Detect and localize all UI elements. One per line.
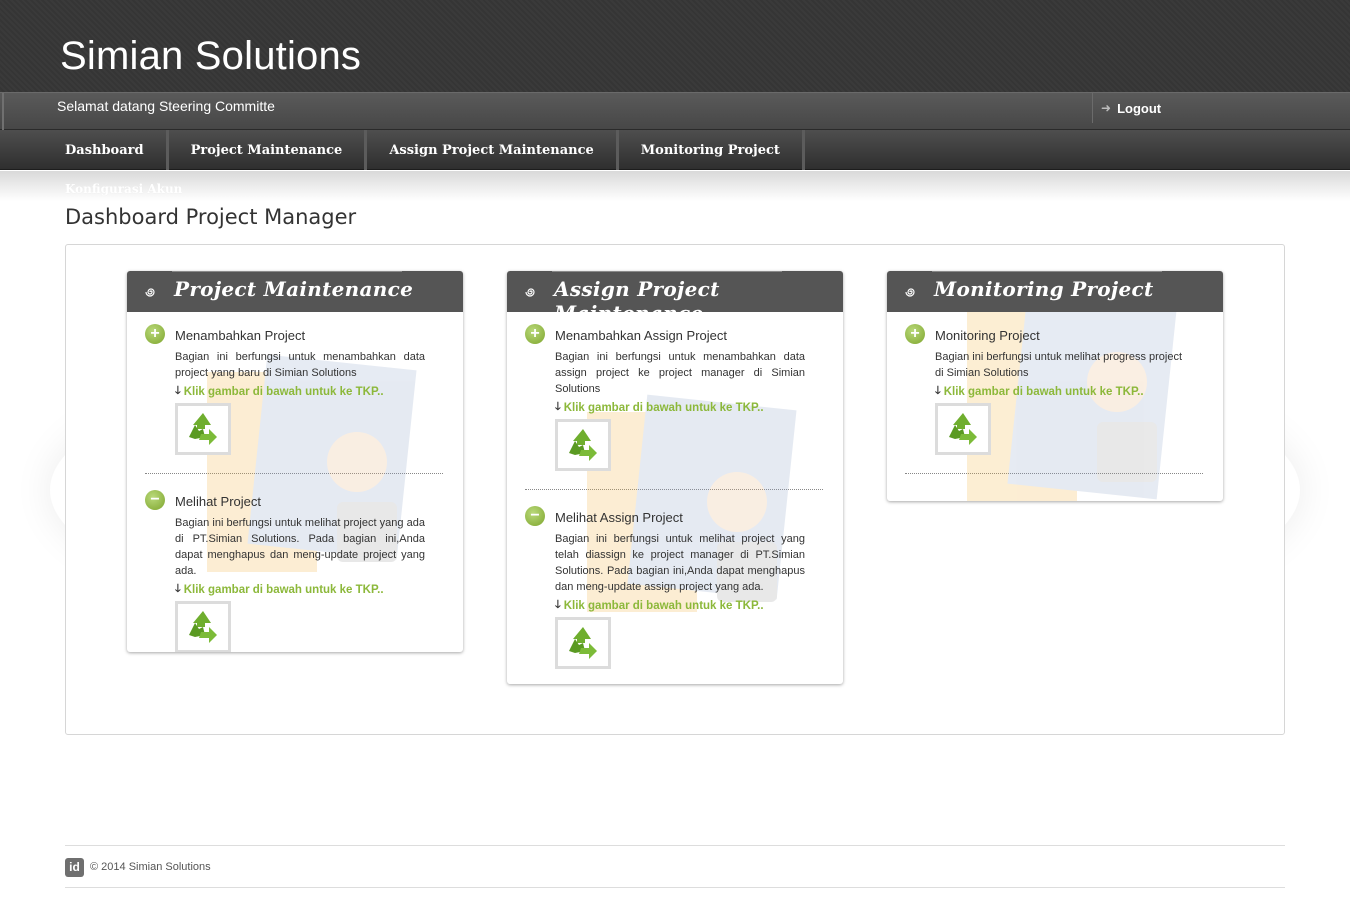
plus-icon: + <box>905 324 925 344</box>
welcome-bar-edge <box>2 93 4 131</box>
panel-project-maintenance: Project Maintenance + Menambahkan Projec… <box>127 271 463 652</box>
section-add-project: + Menambahkan Project Bagian ini berfung… <box>145 312 425 455</box>
section-link-text: Klik gambar di bawah untuk ke TKP.. <box>563 401 764 414</box>
divider <box>525 489 823 490</box>
section-title: Monitoring Project <box>935 328 1040 343</box>
section-link[interactable]: 🡓 Klik gambar di bawah untuk ke TKP.. <box>175 580 425 599</box>
spiral-icon <box>905 288 915 297</box>
minus-icon: − <box>525 506 545 526</box>
nav-item-assign-project-maintenance[interactable]: Assign Project Maintenance <box>367 130 619 170</box>
panel-header: Project Maintenance <box>127 271 463 312</box>
panel-title: Monitoring Project <box>934 277 1154 301</box>
recycle-thumbnail-button[interactable] <box>175 601 231 652</box>
section-link[interactable]: 🡓 Klik gambar di bawah untuk ke TKP.. <box>555 398 805 417</box>
footer-copyright: © 2014 Simian Solutions <box>90 861 211 873</box>
section-description: Bagian ini berfungsi untuk melihat proje… <box>555 533 805 593</box>
welcome-text: Selamat datang Steering Committe <box>57 98 275 114</box>
panel-body: + Menambahkan Assign Project Bagian ini … <box>507 312 843 679</box>
panel-header: Monitoring Project <box>887 271 1223 312</box>
logout-label: Logout <box>1117 100 1162 116</box>
section-description: Bagian ini berfungsi untuk melihat progr… <box>935 351 1183 379</box>
recycle-icon <box>189 611 217 643</box>
footer: id © 2014 Simian Solutions <box>65 845 1285 888</box>
arrow-down-icon: 🡓 <box>935 385 941 397</box>
id-logo-icon: id <box>65 858 84 877</box>
minus-icon: − <box>145 490 165 510</box>
section-link-text: Klik gambar di bawah untuk ke TKP.. <box>943 385 1144 398</box>
divider <box>905 473 1203 474</box>
site-title: Simian Solutions <box>60 34 362 78</box>
section-link-text: Klik gambar di bawah untuk ke TKP.. <box>563 599 764 612</box>
main-nav: Dashboard Project Maintenance Assign Pro… <box>0 130 1350 170</box>
arrow-down-icon: 🡓 <box>175 385 181 397</box>
nav-item-monitoring-project[interactable]: Monitoring Project <box>619 130 805 170</box>
section-title: Melihat Project <box>175 494 261 509</box>
arrow-down-icon: 🡓 <box>555 401 561 413</box>
section-description: Bagian ini berfungsi untuk melihat proje… <box>175 517 425 577</box>
panel-header: Assign Project Maintenance <box>507 271 843 325</box>
divider <box>145 473 443 474</box>
spiral-icon <box>145 288 155 297</box>
section-description: Bagian ini berfungsi untuk menambahkan d… <box>555 351 805 395</box>
panel-assign-project-maintenance: Assign Project Maintenance + Menambahkan… <box>507 271 843 684</box>
section-title: Menambahkan Assign Project <box>555 328 727 343</box>
section-link[interactable]: 🡓 Klik gambar di bawah untuk ke TKP.. <box>555 596 805 615</box>
panel-body: + Monitoring Project Bagian ini berfungs… <box>887 312 1223 501</box>
submenu-konfigurasi-akun[interactable]: Konfigurasi Akun <box>65 182 182 196</box>
section-link-text: Klik gambar di bawah untuk ke TKP.. <box>183 583 384 596</box>
nav-item-dashboard[interactable]: Dashboard <box>42 130 169 170</box>
panel-monitoring-project: Monitoring Project + Monitoring Project … <box>887 271 1223 501</box>
section-link-text: Klik gambar di bawah untuk ke TKP.. <box>183 385 384 398</box>
panel-header-highlight <box>552 271 782 272</box>
section-monitoring-project: + Monitoring Project Bagian ini berfungs… <box>905 312 1185 455</box>
section-title: Melihat Assign Project <box>555 510 683 525</box>
plus-icon: + <box>525 324 545 344</box>
recycle-icon <box>949 413 977 445</box>
panel-header-highlight <box>932 271 1162 272</box>
section-title: Menambahkan Project <box>175 328 306 343</box>
recycle-thumbnail-button[interactable] <box>935 403 991 455</box>
section-description: Bagian ini berfungsi untuk menambahkan d… <box>175 351 425 379</box>
page-title: Dashboard Project Manager <box>65 205 357 229</box>
section-link[interactable]: 🡓 Klik gambar di bawah untuk ke TKP.. <box>175 382 425 401</box>
recycle-icon <box>569 627 597 659</box>
spiral-icon <box>525 288 535 297</box>
recycle-thumbnail-button[interactable] <box>555 617 611 669</box>
recycle-icon <box>189 413 217 445</box>
welcome-bar: Selamat datang Steering Committe ➜ Logou… <box>0 92 1350 131</box>
nav-shadow <box>0 171 1350 201</box>
header-bar: Simian Solutions <box>0 0 1350 92</box>
arrow-down-icon: 🡓 <box>175 583 181 595</box>
nav-item-project-maintenance[interactable]: Project Maintenance <box>169 130 368 170</box>
plus-icon: + <box>145 324 165 344</box>
section-add-assign-project: + Menambahkan Assign Project Bagian ini … <box>525 312 805 471</box>
panel-body: + Menambahkan Project Bagian ini berfung… <box>127 312 463 652</box>
section-link[interactable]: 🡓 Klik gambar di bawah untuk ke TKP.. <box>935 382 1185 401</box>
arrow-right-icon: ➜ <box>1101 101 1112 115</box>
arrow-down-icon: 🡓 <box>555 599 561 611</box>
panel-title: Project Maintenance <box>174 277 414 301</box>
recycle-thumbnail-button[interactable] <box>175 403 231 455</box>
panel-header-highlight <box>172 271 402 272</box>
logout-button[interactable]: ➜ Logout <box>1092 93 1161 123</box>
recycle-thumbnail-button[interactable] <box>555 419 611 471</box>
section-view-assign-project: − Melihat Assign Project Bagian ini berf… <box>525 506 805 669</box>
section-view-project: − Melihat Project Bagian ini berfungsi u… <box>145 490 425 652</box>
recycle-icon <box>569 429 597 461</box>
